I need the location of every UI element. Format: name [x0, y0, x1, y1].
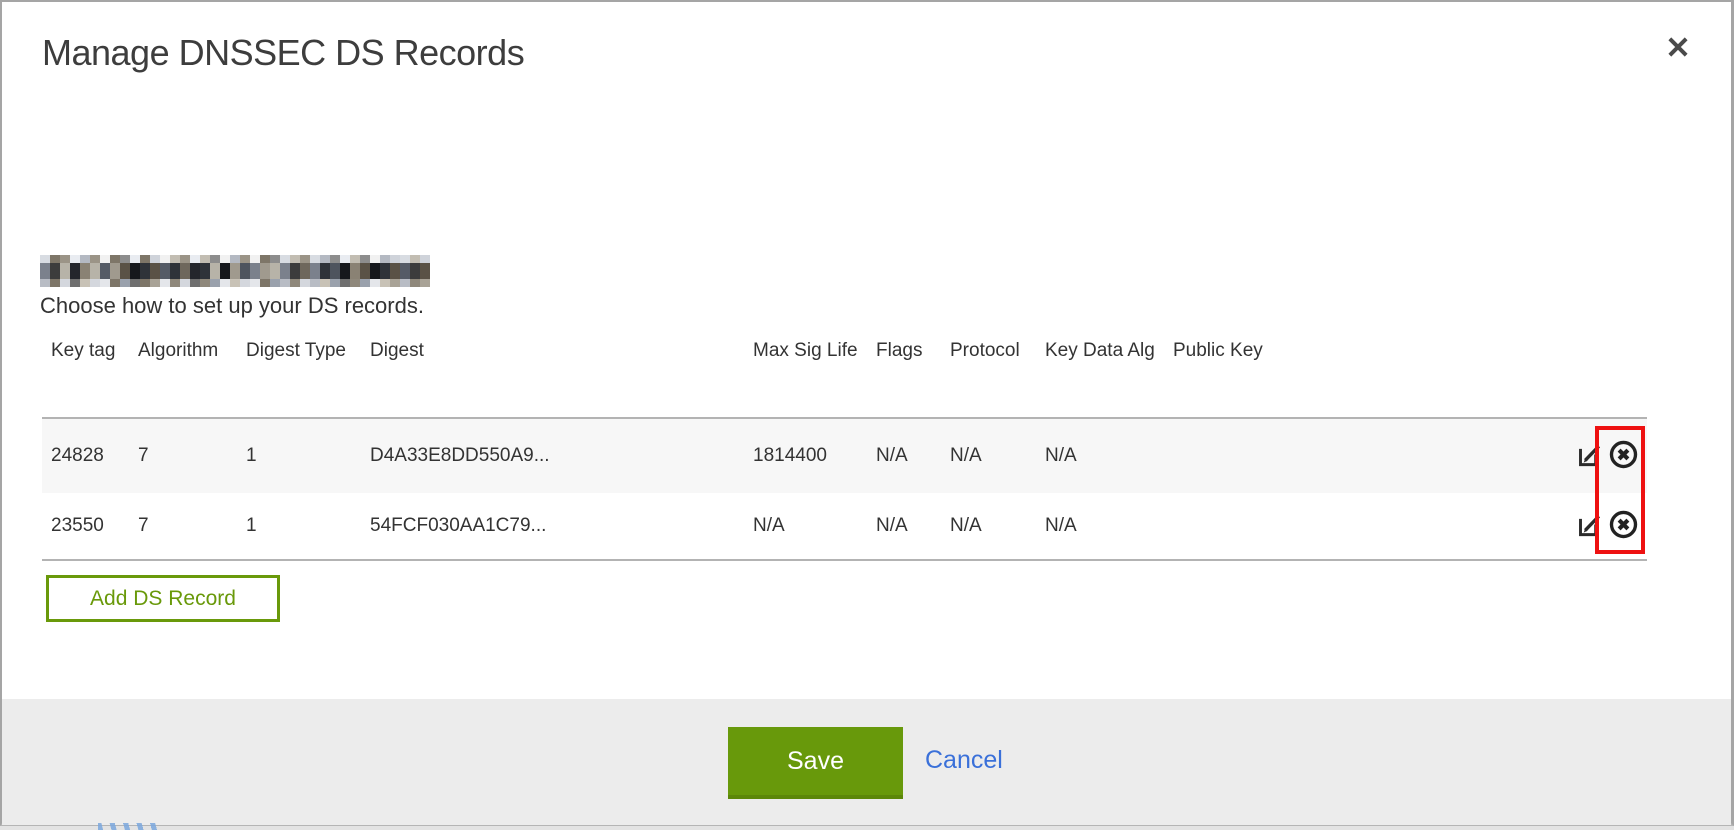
cell-digest-type: 1: [246, 515, 370, 537]
close-icon: [1664, 33, 1692, 64]
modal-footer: Save Cancel: [2, 699, 1731, 825]
screen: Manage DNSSEC DS Records Choose how to s…: [0, 0, 1734, 830]
manage-dnssec-modal: Manage DNSSEC DS Records Choose how to s…: [0, 0, 1734, 826]
cell-protocol: N/A: [950, 445, 1045, 467]
redacted-pixel-row: [40, 255, 430, 263]
edit-record-button[interactable]: [1576, 441, 1603, 471]
cell-digest: D4A33E8DD550A9...: [370, 445, 753, 467]
cancel-link[interactable]: Cancel: [925, 746, 1003, 775]
page-title: Manage DNSSEC DS Records: [42, 32, 524, 74]
col-header-key-tag: Key tag: [42, 340, 138, 362]
cell-digest-type: 1: [246, 445, 370, 467]
delete-circle-icon: [1608, 439, 1639, 473]
edit-icon: [1576, 441, 1603, 471]
cell-key-data-alg: N/A: [1045, 445, 1173, 467]
table-row: 23550 7 1 54FCF030AA1C79... N/A N/A N/A …: [42, 493, 1647, 561]
cell-max-sig-life: 1814400: [753, 445, 876, 467]
add-ds-record-button[interactable]: Add DS Record: [46, 575, 280, 622]
table-row: 24828 7 1 D4A33E8DD550A9... 1814400 N/A …: [42, 419, 1647, 493]
redacted-domain-name: [40, 255, 430, 287]
col-header-digest-type: Digest Type: [246, 340, 370, 362]
edit-record-button[interactable]: [1576, 511, 1603, 541]
col-header-flags: Flags: [876, 340, 950, 362]
row-actions: [1525, 509, 1647, 543]
col-header-digest: Digest: [370, 340, 753, 362]
redacted-pixel-row: [40, 263, 430, 279]
cell-flags: N/A: [876, 515, 950, 537]
col-header-key-data-alg: Key Data Alg: [1045, 340, 1173, 362]
col-header-algorithm: Algorithm: [138, 340, 246, 362]
row-actions: [1525, 439, 1647, 473]
cell-algorithm: 7: [138, 515, 246, 537]
col-header-max-sig-life: Max Sig Life: [753, 340, 876, 362]
ds-records-table: Key tag Algorithm Digest Type Digest Max…: [42, 334, 1647, 561]
cell-max-sig-life: N/A: [753, 515, 876, 537]
cell-protocol: N/A: [950, 515, 1045, 537]
col-header-public-key: Public Key: [1173, 340, 1525, 362]
cell-key-data-alg: N/A: [1045, 515, 1173, 537]
col-header-protocol: Protocol: [950, 340, 1045, 362]
modal-bottom-edge: [0, 826, 1734, 830]
redacted-pixel-row: [40, 279, 430, 287]
cell-flags: N/A: [876, 445, 950, 467]
delete-record-button[interactable]: [1608, 509, 1639, 543]
save-button[interactable]: Save: [728, 727, 903, 799]
cell-algorithm: 7: [138, 445, 246, 467]
close-button[interactable]: [1660, 30, 1696, 66]
instruction-text: Choose how to set up your DS records.: [40, 293, 424, 319]
background-page-glimpse: [98, 823, 162, 830]
cell-digest: 54FCF030AA1C79...: [370, 515, 753, 537]
edit-icon: [1576, 511, 1603, 541]
table-header-row: Key tag Algorithm Digest Type Digest Max…: [42, 334, 1647, 419]
cell-key-tag: 23550: [42, 515, 138, 537]
delete-record-button[interactable]: [1608, 439, 1639, 473]
cell-key-tag: 24828: [42, 445, 138, 467]
delete-circle-icon: [1608, 509, 1639, 543]
